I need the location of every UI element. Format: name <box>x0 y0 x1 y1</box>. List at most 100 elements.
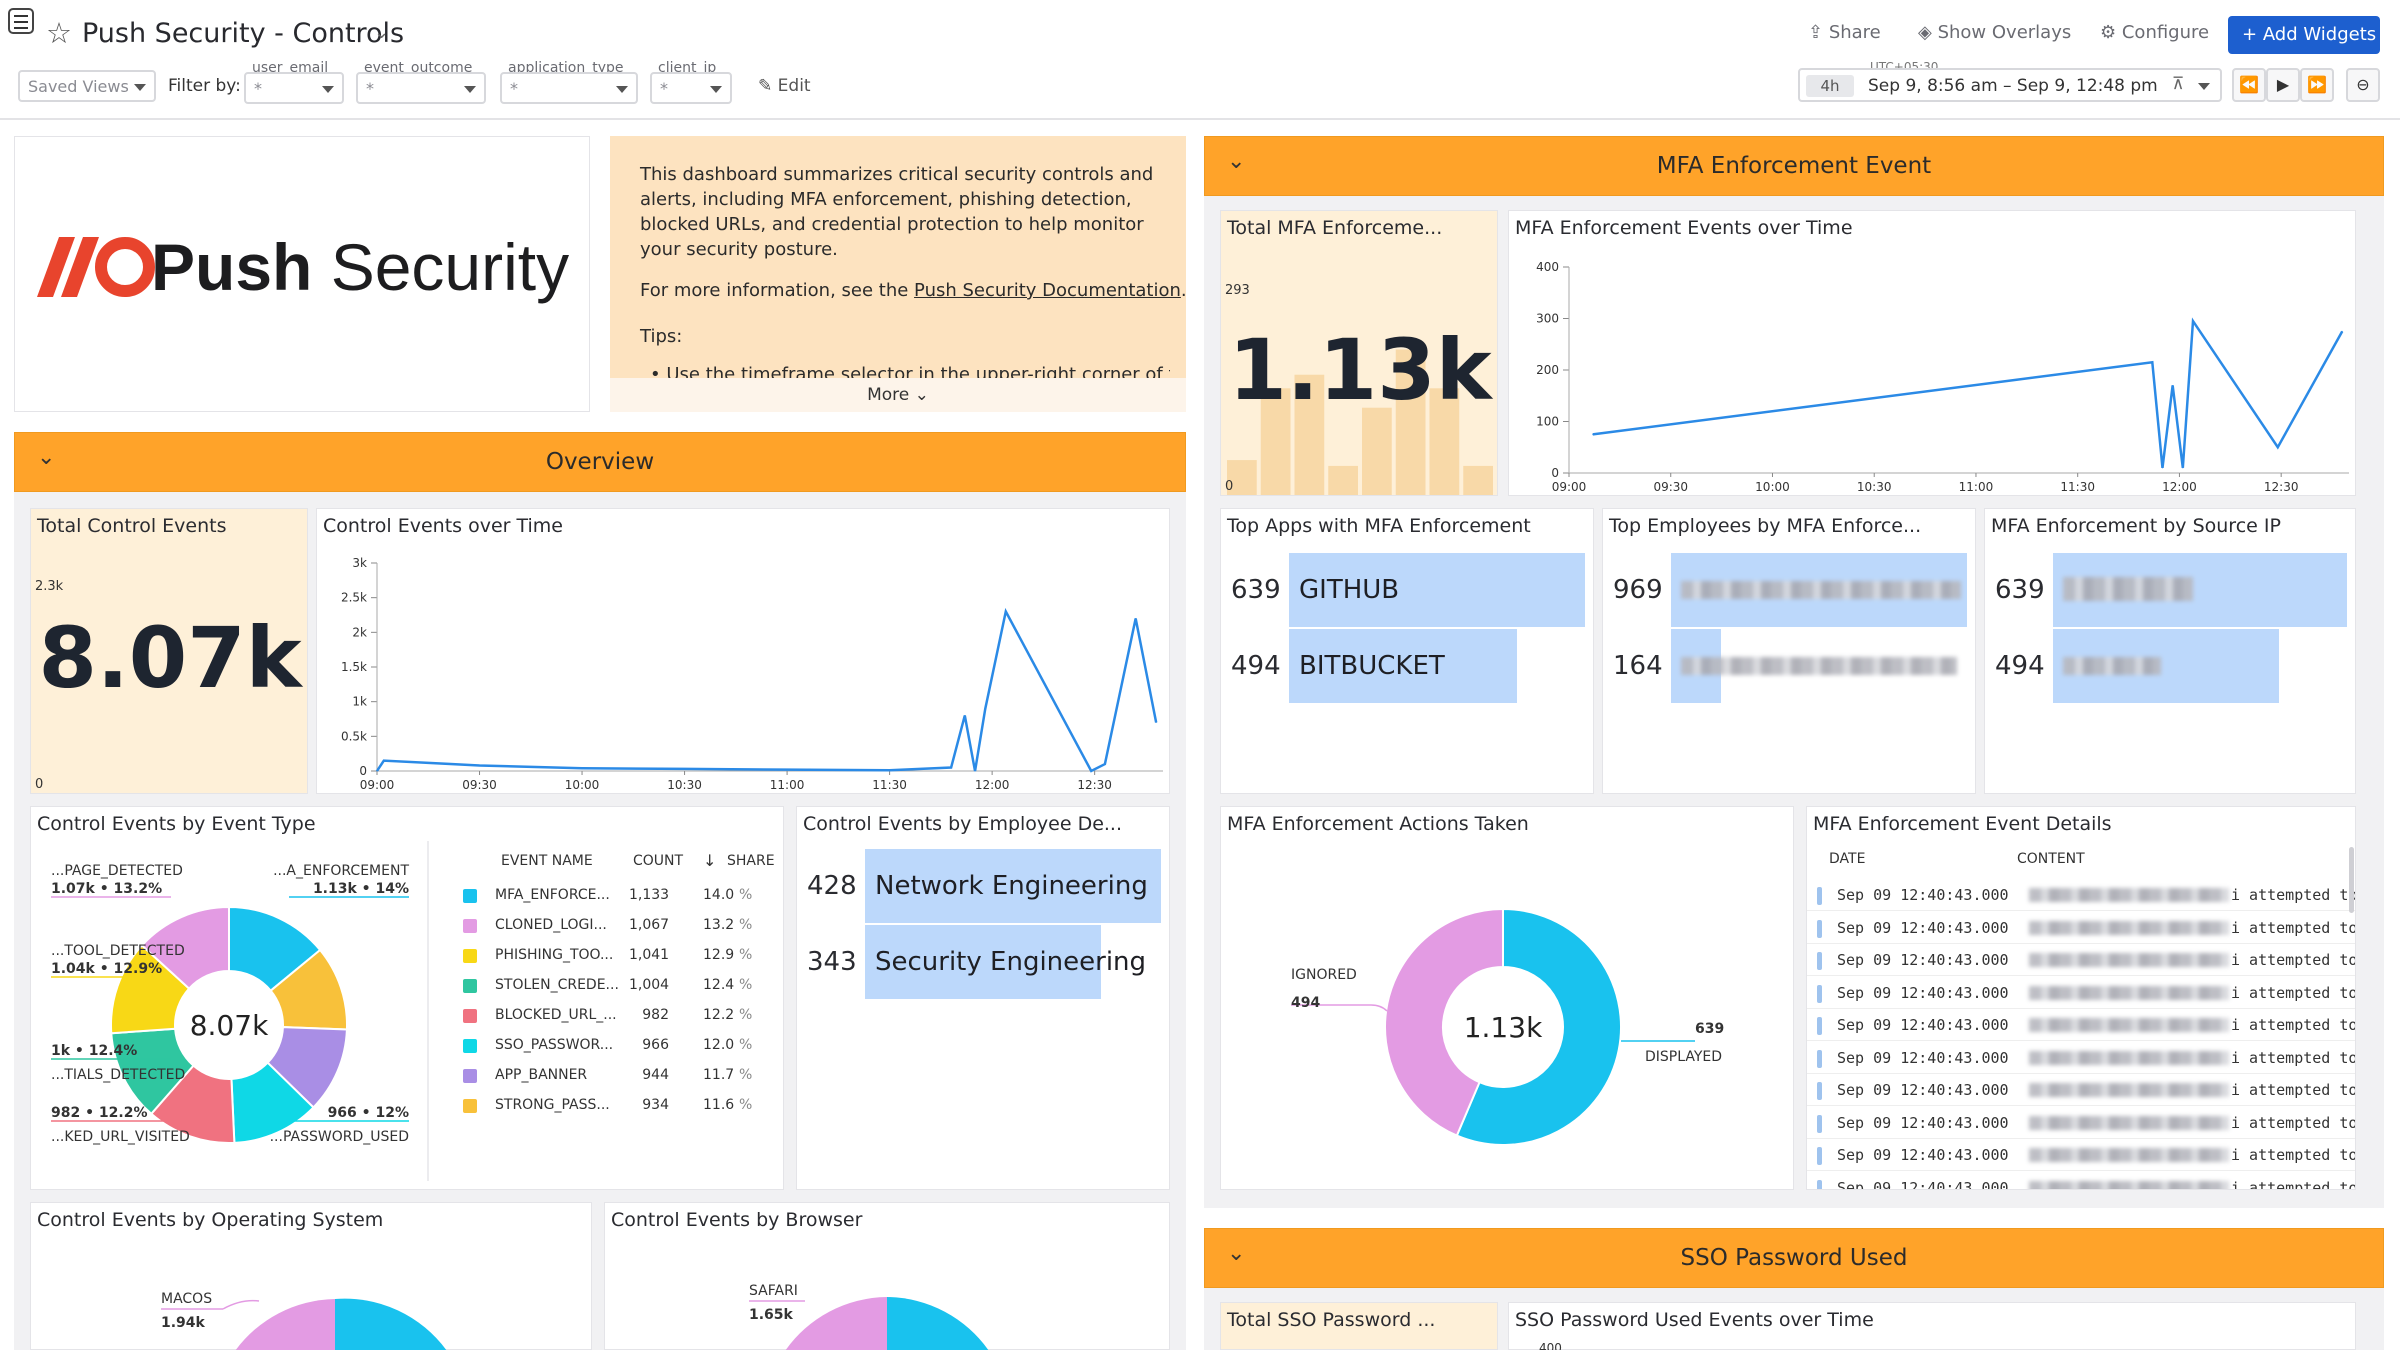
log-row[interactable]: Sep 09 12:40:43.000 i attempted to <box>1807 1172 2355 1189</box>
status-indicator <box>1817 984 1822 1003</box>
log-row[interactable]: Sep 09 12:40:43.000 i attempted to <box>1807 879 2355 911</box>
zoom-out-icon[interactable]: ⊖ <box>2346 68 2380 102</box>
legend-row[interactable]: STRONG_PASS... 934 11.6 % <box>463 1091 783 1121</box>
total-mfa-widget: Total MFA Enforceme... 293 0 1.13k <box>1220 210 1498 496</box>
scrollbar[interactable] <box>2349 847 2354 913</box>
dropdown-arrow-icon <box>464 86 476 93</box>
log-content: i attempted to <box>2231 983 2356 1002</box>
sso-group-header[interactable]: ⌄ SSO Password Used <box>1204 1228 2384 1288</box>
legend-row[interactable]: CLONED_LOGI... 1,067 13.2 % <box>463 911 783 941</box>
share-button[interactable]: ⇪ Share <box>1808 22 1881 43</box>
legend-row[interactable]: APP_BANNER 944 11.7 % <box>463 1061 783 1091</box>
top-apps-widget: Top Apps with MFA Enforcement 639 GITHUB… <box>1220 508 1594 794</box>
rewind-icon[interactable]: ⏪ <box>2232 68 2266 102</box>
slice-label-name: ...KED_URL_VISITED <box>51 1129 190 1145</box>
legend-pct: % <box>739 947 753 963</box>
toplist-row[interactable]: 969 <box>1603 553 1977 627</box>
more-button[interactable]: More ⌄ <box>610 378 1186 412</box>
toplist-row[interactable]: 494 <box>1985 629 2357 703</box>
redacted-content <box>2029 1083 2229 1097</box>
log-row[interactable]: Sep 09 12:40:43.000 i attempted to <box>1807 1042 2355 1074</box>
legend-row[interactable]: SSO_PASSWOR... 966 12.0 % <box>463 1031 783 1061</box>
edit-filters-button[interactable]: ✎ Edit <box>758 76 811 96</box>
dashboard-title[interactable]: Push Security - Controls <box>82 18 404 49</box>
row-count: 343 <box>807 947 857 977</box>
y-tick-label: 3k <box>352 556 367 570</box>
mfa-group-header[interactable]: ⌄ MFA Enforcement Event <box>1204 136 2384 196</box>
data-point <box>684 768 686 770</box>
chevron-down-icon[interactable]: ⌄ <box>374 22 389 43</box>
toplist-row[interactable]: 494 BITBUCKET <box>1221 629 1595 703</box>
mfa-title: MFA Enforcement Event <box>1656 153 1932 179</box>
legend-row[interactable]: MFA_ENFORCE... 1,133 14.0 % <box>463 881 783 911</box>
row-label: Network Engineering <box>875 871 1148 901</box>
divider <box>427 841 429 1181</box>
filter-application-type-select[interactable]: * <box>500 72 638 104</box>
donut-center-value: 8.07k <box>190 1009 269 1042</box>
legend-pct: % <box>739 917 753 933</box>
col-date: DATE <box>1829 851 1866 867</box>
legend-row[interactable]: BLOCKED_URL_... 982 12.2 % <box>463 1001 783 1031</box>
log-row[interactable]: Sep 09 12:40:43.000 i attempted to <box>1807 1074 2355 1106</box>
saved-views-select[interactable]: Saved Views <box>18 70 156 102</box>
control-events-line-chart: 0 0.5k 1k 1.5k 2k 2.5k 3k 09:00 09:30 10:00 10:30 1… <box>341 556 1163 792</box>
log-row[interactable]: Sep 09 12:40:43.000 i attempted to <box>1807 944 2355 976</box>
toplist-row[interactable]: 164 <box>1603 629 1977 703</box>
play-icon[interactable]: ▶ <box>2266 68 2300 102</box>
toplist-row[interactable]: 639 GITHUB <box>1221 553 1595 627</box>
mfa-over-time-widget: MFA Enforcement Events over Time 0 100 200… <box>1508 210 2356 496</box>
log-row[interactable]: Sep 09 12:40:43.000 i attempted to <box>1807 1107 2355 1139</box>
data-point <box>2341 330 2343 332</box>
log-row[interactable]: Sep 09 12:40:43.000 i attempted to <box>1807 977 2356 1009</box>
toplist-row[interactable]: 343 Security Engineering <box>797 925 1171 999</box>
star-icon[interactable]: ☆ <box>46 16 72 50</box>
pin-icon[interactable]: ⊼ <box>2172 74 2184 94</box>
row-count: 494 <box>1231 651 1281 681</box>
overview-group-header[interactable]: ⌄ Overview <box>14 432 1186 492</box>
filter-event-outcome-select[interactable]: * <box>356 72 486 104</box>
legend-pct: % <box>739 887 753 903</box>
source-ip-widget: MFA Enforcement by Source IP 639 494 <box>1984 508 2356 794</box>
y-axis-max: 2.3k <box>35 579 64 594</box>
legend-count: 966 <box>642 1037 669 1053</box>
legend-swatch <box>463 949 477 963</box>
redacted-ip <box>2063 577 2193 601</box>
x-tick-label: 12:30 <box>1077 778 1112 792</box>
tips-heading: Tips: <box>640 326 683 347</box>
redacted-ip <box>2063 657 2161 675</box>
status-indicator <box>1817 1017 1822 1035</box>
data-point <box>376 770 378 772</box>
mfa-details-widget: MFA Enforcement Event Details DATE CONTE… <box>1806 806 2356 1190</box>
documentation-link[interactable]: Push Security Documentation <box>914 280 1181 301</box>
col-content: CONTENT <box>2017 851 2085 867</box>
dropdown-arrow-icon <box>322 86 334 93</box>
configure-button[interactable]: ⚙ Configure <box>2100 22 2209 43</box>
filter-user-email-select[interactable]: * <box>244 72 344 104</box>
logo-widget: Push Security <box>14 136 590 412</box>
y-tick-label: 100 <box>1536 415 1559 429</box>
y-axis-min: 0 <box>1225 479 1234 494</box>
toplist-row[interactable]: 639 <box>1985 553 2357 627</box>
data-point <box>950 767 952 769</box>
toplist-row[interactable]: 428 Network Engineering <box>797 849 1171 923</box>
legend-count: 1,133 <box>629 887 670 903</box>
background-bar <box>1362 407 1392 495</box>
fast-forward-icon[interactable]: ⏩ <box>2300 68 2334 102</box>
log-row[interactable]: Sep 09 12:40:43.000 i attempted to <box>1807 1139 2355 1171</box>
widget-title: Total Control Events <box>37 515 227 537</box>
widget-title: MFA Enforcement Actions Taken <box>1227 813 1529 835</box>
show-overlays-button[interactable]: ◈ Show Overlays <box>1918 22 2071 43</box>
log-row[interactable]: Sep 09 12:40:43.000 i attempted to <box>1807 1009 2355 1041</box>
log-row[interactable]: Sep 09 12:40:43.000 i attempted to <box>1807 912 2355 944</box>
legend-row[interactable]: PHISHING_TOO... 1,041 12.9 % <box>463 941 783 971</box>
row-count: 639 <box>1995 575 2045 605</box>
legend-row[interactable]: STOLEN_CREDE... 1,004 12.4 % <box>463 971 783 1001</box>
filter-client-ip-select[interactable]: * <box>650 72 732 104</box>
add-widgets-button[interactable]: + Add Widgets <box>2228 16 2380 54</box>
sort-down-icon[interactable]: ↓ <box>703 851 716 870</box>
dropdown-arrow-icon[interactable] <box>2198 83 2210 90</box>
x-tick-label: 10:30 <box>1857 480 1892 494</box>
menu-icon[interactable] <box>8 8 34 34</box>
time-range-selector[interactable]: 4h Sep 9, 8:56 am – Sep 9, 12:48 pm ⊼ <box>1798 68 2222 102</box>
log-table[interactable]: Sep 09 12:40:43.000 i attempted to Sep 0… <box>1807 879 2356 1189</box>
